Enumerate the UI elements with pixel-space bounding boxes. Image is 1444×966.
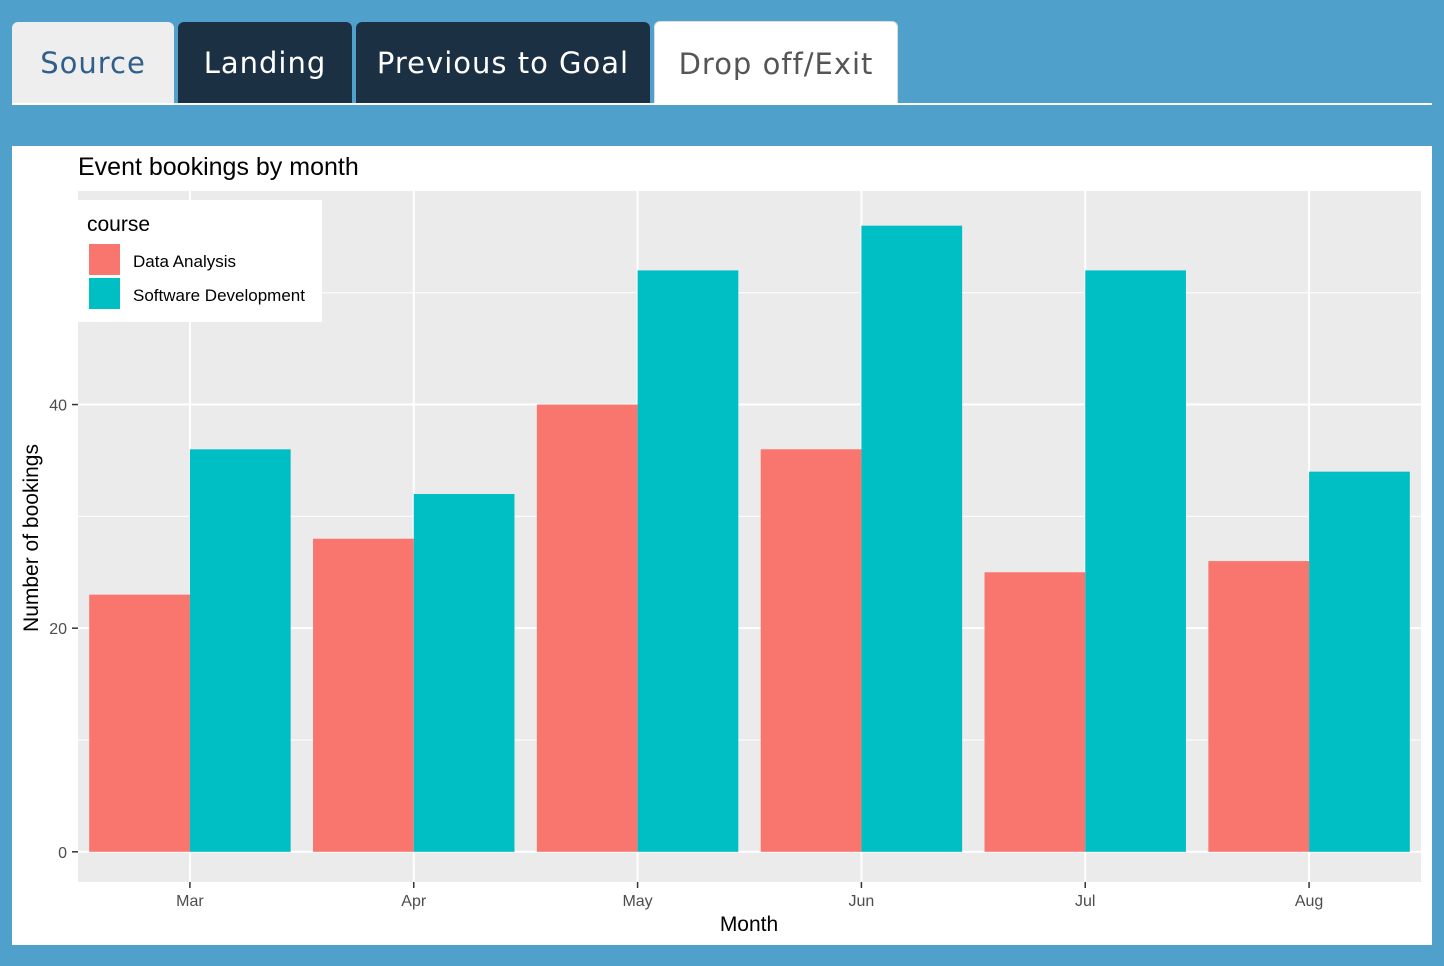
legend-label-data-analysis: Data Analysis [133, 252, 236, 271]
tab-bar: Source Landing Previous to Goal Drop off… [12, 0, 1432, 105]
legend-title: course [87, 213, 150, 236]
legend-label-software-development: Software Development [133, 286, 305, 305]
x-tick-label: Jun [849, 893, 875, 910]
x-tick-label: May [622, 893, 652, 910]
tab-underline [12, 103, 1432, 105]
bar-software-development-may [637, 270, 739, 852]
x-axis-label: Month [720, 913, 778, 936]
legend-swatch-software-development [89, 278, 120, 309]
bar-data-analysis-apr [313, 538, 414, 852]
bar-data-analysis-jun [760, 449, 862, 852]
y-tick-label: 20 [49, 621, 67, 638]
x-axis: Mar Apr May Jun Jul Aug [176, 882, 1323, 910]
bar-software-development-mar [189, 449, 291, 852]
chart-title: Event bookings by month [78, 153, 359, 181]
bar-software-development-jun [861, 225, 963, 852]
bar-data-analysis-may [536, 404, 638, 852]
x-tick-label: Jul [1075, 893, 1095, 910]
bar-software-development-jul [1085, 270, 1186, 852]
bar-software-development-apr [413, 494, 515, 852]
bar-data-analysis-jul [984, 572, 1086, 852]
bar-data-analysis-mar [89, 594, 190, 852]
chart-panel: Event bookings by month 0 20 40 Mar Apr May J… [12, 146, 1432, 945]
x-tick-label: Mar [176, 893, 204, 910]
tab-drop-off-exit[interactable]: Drop off/Exit [654, 21, 898, 105]
y-tick-label: 0 [58, 845, 67, 862]
legend-swatch-data-analysis [89, 244, 120, 275]
bar-data-analysis-aug [1208, 561, 1310, 852]
tab-landing[interactable]: Landing [178, 22, 352, 104]
bar-software-development-aug [1309, 471, 1410, 852]
x-tick-label: Aug [1295, 893, 1323, 910]
y-axis: 0 20 40 [49, 398, 78, 862]
legend: course Data Analysis Software Developmen… [78, 200, 322, 322]
y-tick-label: 40 [49, 398, 67, 415]
bookings-chart: Event bookings by month 0 20 40 Mar Apr May J… [20, 153, 1421, 936]
x-tick-label: Apr [401, 893, 427, 910]
y-axis-label: Number of bookings [20, 444, 43, 632]
tab-source[interactable]: Source [12, 22, 174, 104]
tab-previous-to-goal[interactable]: Previous to Goal [356, 22, 650, 104]
